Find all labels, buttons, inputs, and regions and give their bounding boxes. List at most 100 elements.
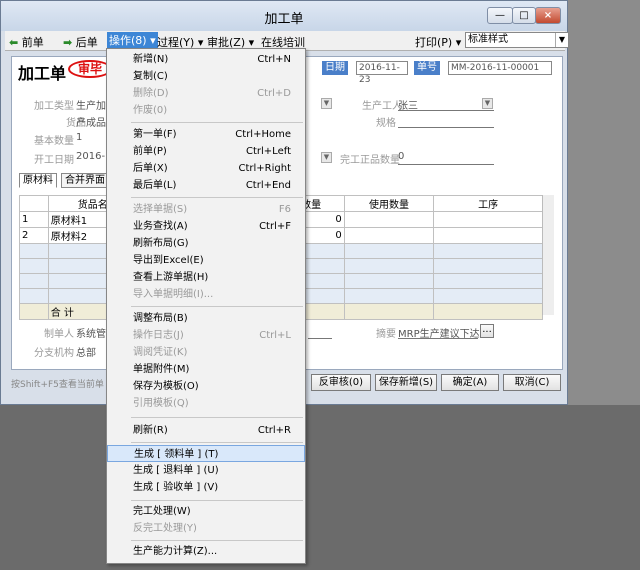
menu-item-void: 作废(0) xyxy=(107,102,305,119)
doc-no-field[interactable]: MM-2016-11-00001 xyxy=(448,61,552,75)
desktop-right-area xyxy=(568,0,640,405)
chevron-down-icon[interactable]: ▼ xyxy=(321,152,332,163)
menu-separator xyxy=(131,197,303,198)
menu-item-shortcut: Ctrl+R xyxy=(257,425,291,436)
menu-print[interactable]: 打印(P) ▾ xyxy=(415,34,461,50)
date-label: 日期 xyxy=(322,61,348,75)
next-doc-label: 后单 xyxy=(75,36,98,49)
minimize-button[interactable]: — xyxy=(487,7,513,24)
menu-separator xyxy=(131,306,303,307)
spec-underline xyxy=(398,127,494,128)
menu-item-gen-pick-order[interactable]: 生成 [ 领料单 ] (T) xyxy=(107,445,305,462)
menu-item-op-log: 操作日志(J) Ctrl+L xyxy=(107,327,305,344)
chevron-down-icon: ▾ xyxy=(150,34,156,47)
spec-label: 规格 xyxy=(376,118,396,129)
menu-item-shortcut: Ctrl+Home xyxy=(235,129,291,140)
menu-item-new[interactable]: 新增(N) Ctrl+N xyxy=(107,51,305,68)
worker-underline xyxy=(398,110,494,111)
menu-item-label: 前单(P) xyxy=(133,146,167,157)
menu-item-finish[interactable]: 完工处理(W) xyxy=(107,503,305,520)
menu-item-gen-receipt-order[interactable]: 生成 [ 验收单 ] (V) xyxy=(107,479,305,496)
menu-item-next[interactable]: 后单(X) Ctrl+Right xyxy=(107,160,305,177)
menu-item-first[interactable]: 第一单(F) Ctrl+Home xyxy=(107,126,305,143)
chevron-down-icon: ▼ xyxy=(555,33,568,47)
date-field[interactable]: 2016-11-23 xyxy=(356,61,408,85)
tab-raw-materials[interactable]: 原材料 xyxy=(19,173,57,188)
maker-underline xyxy=(308,338,332,339)
cancel-button[interactable]: 取消(C) xyxy=(503,374,561,391)
menu-item-label: 选择单据(S) xyxy=(133,204,188,215)
row-index: 2 xyxy=(19,227,49,244)
menu-item-capacity-calc[interactable]: 生产能力计算(Z)... xyxy=(107,543,305,560)
menu-item-label: 第一单(F) xyxy=(133,129,177,140)
menu-item-prev[interactable]: 前单(P) Ctrl+Left xyxy=(107,143,305,160)
menu-item-save-template[interactable]: 保存为模板(O) xyxy=(107,378,305,395)
row-process[interactable] xyxy=(343,211,435,228)
menu-item-label: 生成 [ 退料单 ] (U) xyxy=(133,465,219,476)
base-qty-value[interactable]: 1 xyxy=(76,132,82,143)
row-process[interactable] xyxy=(343,227,435,244)
menu-item-refresh[interactable]: 刷新(R) Ctrl+R xyxy=(107,422,305,439)
save-new-button[interactable]: 保存新增(S) xyxy=(375,374,437,391)
title-bar[interactable]: 加工单 — □ × xyxy=(1,1,567,31)
column-header-use-qty[interactable]: 使用数量 xyxy=(343,195,435,212)
close-button[interactable]: × xyxy=(535,7,561,24)
chevron-down-icon[interactable]: ▼ xyxy=(482,98,493,109)
menu-item-biz-search[interactable]: 业务查找(A) Ctrl+F xyxy=(107,218,305,235)
form-title: 加工单 xyxy=(18,64,67,83)
tab-merged-view[interactable]: 合并界面 xyxy=(61,173,109,188)
finished-qty-underline xyxy=(398,164,494,165)
menu-item-attachment[interactable]: 单据附件(M) xyxy=(107,361,305,378)
menu-item-copy[interactable]: 复制(C) xyxy=(107,68,305,85)
menu-item-shortcut: Ctrl+D xyxy=(257,88,291,99)
window-title: 加工单 xyxy=(264,12,304,27)
row-remark[interactable] xyxy=(433,211,543,228)
menu-item-import-detail: 导入单据明细(I)... xyxy=(107,286,305,303)
column-header-process[interactable]: 工序 xyxy=(433,195,543,212)
menu-separator xyxy=(131,417,303,418)
menu-item-label: 刷新布局(G) xyxy=(133,238,189,249)
menu-item-shortcut: Ctrl+Right xyxy=(238,163,291,174)
menu-item-label: 新增(N) xyxy=(133,54,169,65)
maximize-button[interactable]: □ xyxy=(512,7,536,24)
prev-doc-button[interactable]: ⬅ 前单 xyxy=(9,34,44,50)
menu-item-label: 完工处理(W) xyxy=(133,506,191,517)
menu-item-shortcut: Ctrl+Left xyxy=(246,146,291,157)
menu-item-shortcut: Ctrl+End xyxy=(245,180,291,191)
unapprove-button[interactable]: 反审核(0) xyxy=(311,374,371,391)
menu-item-last[interactable]: 最后单(L) Ctrl+End xyxy=(107,177,305,194)
menu-item-shortcut: F6 xyxy=(278,204,291,215)
ok-button[interactable]: 确定(A) xyxy=(441,374,499,391)
menu-item-label: 刷新(R) xyxy=(133,425,168,436)
menu-item-label: 复制(C) xyxy=(133,71,168,82)
menu-item-adjust-layout[interactable]: 调整布局(B) xyxy=(107,310,305,327)
menu-item-shortcut: Ctrl+F xyxy=(259,221,291,232)
product-value[interactable]: 产成品 xyxy=(76,114,106,129)
process-type-label: 加工类型 xyxy=(34,101,74,112)
menu-item-view-upstream[interactable]: 查看上游单据(H) xyxy=(107,269,305,286)
memo-label: 摘要 xyxy=(376,329,396,340)
worker-label: 生产工人 xyxy=(362,101,402,112)
row-remark[interactable] xyxy=(433,227,543,244)
print-style-value: 标准样式 xyxy=(468,34,508,45)
arrow-right-icon: ➡ xyxy=(63,36,73,49)
row-index: 1 xyxy=(19,211,49,228)
chevron-down-icon[interactable]: ▼ xyxy=(321,98,332,109)
menu-operate-label: 操作(8) xyxy=(109,34,147,47)
menu-item-select-doc: 选择单据(S) F6 xyxy=(107,201,305,218)
menu-item-label: 调整布局(B) xyxy=(133,313,188,324)
finished-qty-value[interactable]: 0 xyxy=(398,151,404,162)
menu-print-label: 打印(P) xyxy=(415,36,453,49)
menu-item-gen-return-order[interactable]: 生成 [ 退料单 ] (U) xyxy=(107,462,305,479)
next-doc-button[interactable]: ➡ 后单 xyxy=(63,34,98,50)
table-scrollbar[interactable] xyxy=(542,195,554,315)
branch-value[interactable]: 总部 xyxy=(76,344,96,359)
menu-item-shortcut: Ctrl+N xyxy=(257,54,291,65)
memo-more-button[interactable]: ... xyxy=(480,324,494,338)
doc-no-label: 单号 xyxy=(414,61,440,75)
print-style-select[interactable]: 标准样式 ▼ xyxy=(465,32,569,48)
menu-item-label: 查看上游单据(H) xyxy=(133,272,209,283)
menu-item-export-excel[interactable]: 导出到Excel(E) xyxy=(107,252,305,269)
menu-item-refresh-layout[interactable]: 刷新布局(G) xyxy=(107,235,305,252)
menu-item-label: 生产能力计算(Z)... xyxy=(133,546,218,557)
